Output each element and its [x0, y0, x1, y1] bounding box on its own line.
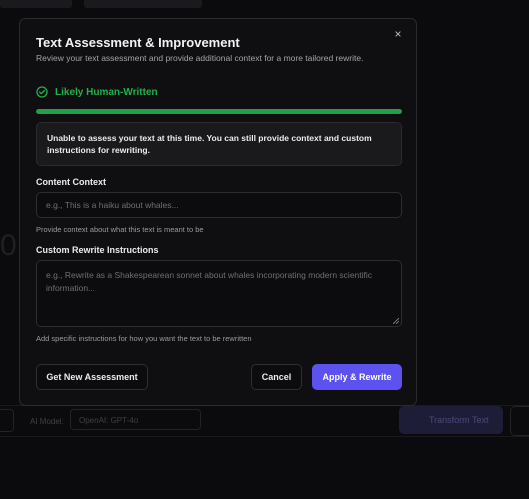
check-circle-icon: [36, 86, 48, 98]
rewrite-instructions-textarea[interactable]: [36, 260, 402, 327]
rewrite-instructions-label: Custom Rewrite Instructions: [36, 245, 159, 255]
verdict-progress-bar: [36, 109, 402, 114]
modal-title: Text Assessment & Improvement: [36, 35, 240, 50]
rewrite-instructions-help: Add specific instructions for how you wa…: [36, 334, 252, 343]
trash-button: [510, 406, 529, 436]
verdict-progress-fill: [36, 109, 402, 114]
assessment-verdict: Likely Human-Written: [36, 85, 158, 99]
content-context-input[interactable]: [36, 192, 402, 218]
content-context-label: Content Context: [36, 177, 106, 187]
transform-text-button: Transform Text: [399, 406, 503, 434]
resize-handle-icon[interactable]: [393, 318, 399, 324]
assessment-modal: × Text Assessment & Improvement Review y…: [19, 18, 417, 406]
apply-rewrite-button[interactable]: Apply & Rewrite: [312, 364, 402, 390]
close-icon[interactable]: ×: [391, 27, 405, 41]
verdict-label: Likely Human-Written: [55, 86, 158, 98]
get-new-assessment-button[interactable]: Get New Assessment: [36, 364, 148, 390]
assessment-notice: Unable to assess your text at this time.…: [36, 122, 402, 166]
modal-subtitle: Review your text assessment and provide …: [36, 53, 364, 63]
cancel-button[interactable]: Cancel: [251, 364, 302, 390]
rewrite-instructions-wrapper: [36, 260, 402, 327]
content-context-help: Provide context about what this text is …: [36, 225, 204, 234]
background-select: [0, 409, 14, 432]
ai-model-select: OpenAI: GPT-4o: [70, 409, 201, 430]
ai-model-label: AI Model:: [30, 417, 64, 426]
background-topbar: [0, 0, 529, 10]
